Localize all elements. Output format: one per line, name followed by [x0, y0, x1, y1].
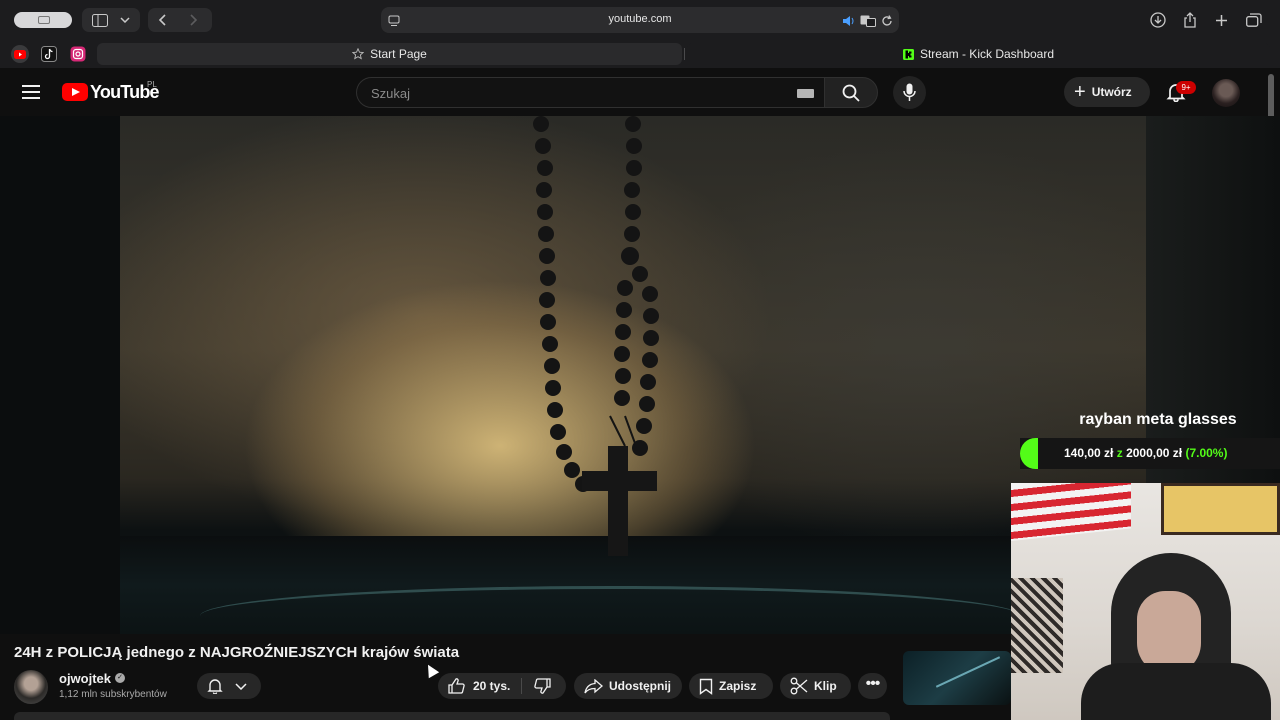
- channel-avatar[interactable]: [14, 670, 48, 704]
- chevron-down-icon: [235, 683, 247, 690]
- poster-background: [1161, 483, 1280, 535]
- mouse-cursor: [422, 661, 440, 679]
- goal-percent: (7.00%): [1185, 446, 1228, 460]
- share-button[interactable]: Udostępnij: [574, 673, 682, 699]
- menu-icon[interactable]: [22, 85, 40, 99]
- scissors-icon: [790, 677, 808, 695]
- tab-kick-dashboard[interactable]: Stream - Kick Dashboard: [687, 43, 1270, 65]
- tiktok-favorite[interactable]: [40, 45, 58, 63]
- search-placeholder: Szukaj: [371, 86, 411, 101]
- bookmark-icon: [699, 678, 713, 695]
- youtube-favorite[interactable]: [11, 45, 29, 63]
- youtube-icon: [14, 49, 26, 59]
- video-frame: [120, 116, 1146, 634]
- save-label: Zapisz: [719, 679, 757, 693]
- share-icon[interactable]: [1183, 9, 1197, 31]
- youtube-logo-icon[interactable]: [62, 83, 88, 101]
- sidebar-icon[interactable]: [92, 9, 108, 31]
- channel-name[interactable]: ojwojtek: [59, 671, 111, 686]
- account-avatar[interactable]: [1212, 79, 1240, 107]
- create-button[interactable]: + Utwórz: [1064, 77, 1150, 107]
- microphone-icon: [903, 83, 916, 101]
- clip-button[interactable]: Klip: [780, 673, 851, 699]
- translate-icon[interactable]: [860, 10, 876, 32]
- voice-search-button[interactable]: [893, 76, 926, 109]
- browser-toolbar: youtube.com: [0, 0, 1280, 40]
- sidebar-toggle-group[interactable]: [82, 8, 140, 32]
- keyboard-icon[interactable]: [797, 89, 814, 98]
- donation-goal-text: 140,00 zł z 2000,00 zł (7.00%): [1064, 446, 1227, 460]
- navigation-group: [148, 8, 212, 32]
- country-code: PL: [147, 80, 157, 89]
- create-label: Utwórz: [1091, 85, 1132, 99]
- tab-label: Stream - Kick Dashboard: [919, 47, 1055, 61]
- tab-label: Start Page: [370, 47, 427, 61]
- video-title: 24H z POLICJĄ jednego z NAJGROŹNIEJSZYCH…: [14, 644, 460, 661]
- kick-icon: [902, 48, 914, 60]
- new-tab-icon[interactable]: [1215, 9, 1228, 31]
- like-count: 20 tys.: [473, 679, 511, 693]
- plus-icon: +: [1074, 81, 1086, 103]
- notification-count-badge: 9+: [1176, 81, 1196, 94]
- tiktok-icon: [41, 46, 57, 62]
- window-controls[interactable]: [14, 12, 72, 28]
- instagram-favorite[interactable]: [69, 45, 87, 63]
- goal-current: 140,00 zł: [1064, 446, 1114, 460]
- rosary-image: [533, 116, 659, 556]
- webcam-overlay: [1011, 483, 1280, 720]
- like-separator: [521, 678, 522, 694]
- tab-bar: Start Page Stream - Kick Dashboard: [0, 40, 1280, 68]
- share-label: Udostępnij: [609, 679, 671, 693]
- bell-icon: [207, 679, 223, 694]
- subscriber-count: 1,12 mln subskrybentów: [59, 689, 167, 700]
- chevron-down-icon[interactable]: [120, 9, 130, 31]
- address-bar[interactable]: youtube.com: [381, 7, 899, 33]
- instagram-icon: [70, 46, 86, 62]
- verified-check-icon: ✓: [115, 673, 125, 683]
- audio-icon[interactable]: [842, 10, 856, 32]
- search-button[interactable]: [824, 77, 878, 108]
- share-arrow-icon: [584, 678, 603, 693]
- streamer-body: [1081, 663, 1271, 720]
- donation-goal-bar: 140,00 zł z 2000,00 zł (7.00%): [1020, 438, 1280, 469]
- subscribed-button[interactable]: [197, 673, 261, 699]
- window-icon: [38, 16, 50, 24]
- tab-overview-icon[interactable]: [1246, 9, 1262, 31]
- donation-goal-title: rayban meta glasses: [1079, 411, 1237, 428]
- goal-separator: z: [1116, 446, 1123, 460]
- reload-icon[interactable]: [881, 10, 893, 32]
- like-button[interactable]: 20 tys.: [448, 678, 510, 694]
- donation-goal-fill: [1020, 438, 1039, 469]
- back-icon[interactable]: [158, 9, 166, 31]
- description-box[interactable]: [14, 712, 890, 720]
- search-input[interactable]: Szukaj: [356, 77, 824, 108]
- forward-icon[interactable]: [190, 9, 198, 31]
- clip-label: Klip: [814, 679, 837, 693]
- youtube-header: YouTube PL Szukaj + Utwórz 9+: [0, 68, 1280, 116]
- search-icon: [842, 84, 860, 102]
- thumbs-up-icon: [448, 678, 465, 694]
- more-actions-button[interactable]: •••: [858, 673, 887, 699]
- save-button[interactable]: Zapisz: [689, 673, 773, 699]
- goal-target: 2000,00 zł: [1126, 446, 1183, 460]
- recommended-video-thumbnail[interactable]: [903, 651, 1011, 705]
- artwork-background: [1011, 578, 1063, 673]
- download-icon[interactable]: [1150, 9, 1166, 31]
- url-text: youtube.com: [608, 13, 672, 25]
- star-icon: [352, 48, 365, 60]
- tab-start-page[interactable]: Start Page: [97, 43, 682, 65]
- flag-background: [1011, 483, 1131, 541]
- tab-separator: [684, 48, 685, 60]
- thumbs-down-icon[interactable]: [534, 678, 551, 694]
